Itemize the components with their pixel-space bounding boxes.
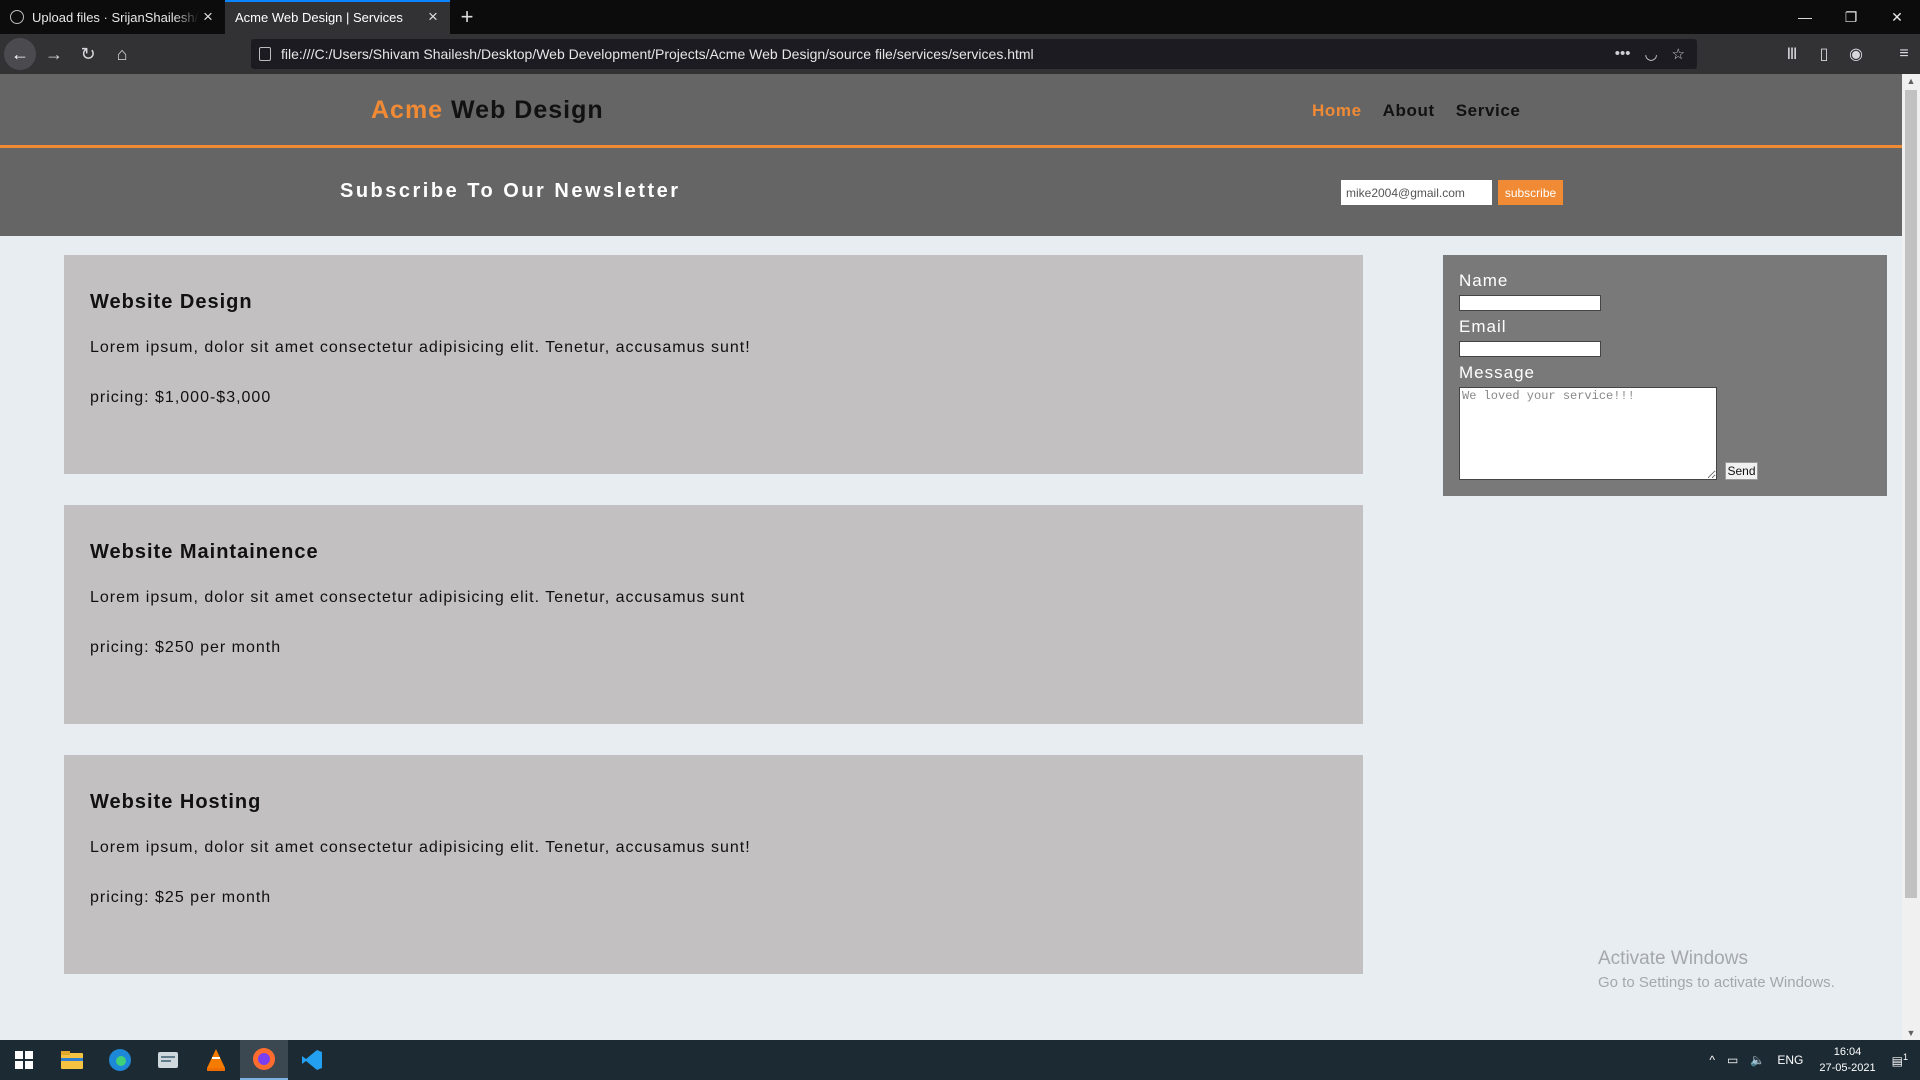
system-tray: ^ ▭ 🔈 ENG 16:04 27-05-2021 ▤1 [1703,1040,1920,1080]
volume-icon[interactable]: 🔈 [1750,1053,1765,1067]
account-icon[interactable]: ◉ [1840,44,1872,64]
nav-service-link[interactable]: Service [1456,101,1521,121]
vlc-player-icon[interactable] [192,1040,240,1080]
library-icon[interactable]: Ⅲ [1776,44,1808,64]
subscribe-button[interactable]: subscribe [1498,180,1563,205]
send-button[interactable]: Send [1725,462,1758,480]
logo-text: Web Design [443,96,604,124]
newsletter-email-input[interactable] [1341,180,1492,205]
browser-tab-bar: Upload files · SrijanShailesh/proj × Acm… [0,0,1920,34]
page-scrollbar[interactable]: ▲ ▼ [1902,74,1920,1040]
email-label: Email [1459,317,1507,336]
browser-toolbar: ← → ↻ ⌂ file:///C:/Users/Shivam Shailesh… [0,34,1920,74]
scroll-up-arrow-icon[interactable]: ▲ [1902,76,1920,86]
pocket-icon[interactable]: ◡ [1644,45,1657,63]
clock[interactable]: 16:04 27-05-2021 [1819,1044,1875,1076]
service-title: Website Design [90,291,253,313]
service-card-design: Website Design Lorem ipsum, dolor sit am… [64,255,1363,474]
vscode-icon[interactable] [288,1040,336,1080]
notification-center-icon[interactable]: ▤1 [1892,1052,1908,1068]
notification-count: 1 [1902,1052,1908,1062]
message-label: Message [1459,363,1535,382]
notepad-app-icon[interactable] [144,1040,192,1080]
email-input[interactable] [1459,341,1601,357]
github-icon [10,10,24,24]
bookmark-star-icon[interactable]: ☆ [1672,45,1685,63]
url-text: file:///C:/Users/Shivam Shailesh/Desktop… [281,46,1034,62]
page-actions-icon[interactable]: ••• [1615,45,1631,63]
service-description: Lorem ipsum, dolor sit amet consectetur … [90,339,751,356]
new-tab-button[interactable]: + [450,0,484,34]
watermark-subtitle: Go to Settings to activate Windows. [1598,974,1835,991]
scrollbar-thumb[interactable] [1905,90,1917,898]
contact-form: Name Email Message We loved your service… [1443,255,1887,496]
service-pricing: pricing: $25 per month [90,889,272,906]
service-description: Lorem ipsum, dolor sit amet consectetur … [90,839,751,856]
close-tab-icon[interactable]: × [424,7,442,27]
site-header: Acme Web Design Home About Service [0,74,1902,148]
scroll-down-arrow-icon[interactable]: ▼ [1902,1028,1920,1038]
service-card-hosting: Website Hosting Lorem ipsum, dolor sit a… [64,755,1363,974]
service-title: Website Maintainence [90,541,319,563]
tab-title: Acme Web Design | Services [235,9,403,25]
language-indicator[interactable]: ENG [1777,1053,1803,1067]
service-title: Website Hosting [90,791,262,813]
nav-home-link[interactable]: Home [1312,101,1362,121]
reload-button[interactable]: ↻ [72,38,104,70]
restore-button[interactable]: ❐ [1828,0,1874,34]
home-button[interactable]: ⌂ [106,38,138,70]
service-description: Lorem ipsum, dolor sit amet consectetur … [90,589,746,606]
name-input[interactable] [1459,295,1601,311]
start-button[interactable] [0,1040,48,1080]
forward-button[interactable]: → [38,38,70,70]
close-tab-icon[interactable]: × [199,7,217,27]
minimize-button[interactable]: — [1782,0,1828,34]
network-icon[interactable]: ▭ [1727,1053,1738,1067]
back-button[interactable]: ← [4,38,36,70]
page-icon [259,47,271,61]
clock-date: 27-05-2021 [1819,1062,1876,1074]
name-label: Name [1459,271,1509,290]
logo-highlight: Acme [371,96,444,124]
browser-tab-upload[interactable]: Upload files · SrijanShailesh/proj × [0,0,225,34]
sidebar-toggle-icon[interactable]: ▯ [1808,44,1840,64]
file-explorer-icon[interactable] [48,1040,96,1080]
windows-taskbar: ^ ▭ 🔈 ENG 16:04 27-05-2021 ▤1 [0,1040,1920,1080]
site-logo[interactable]: Acme Web Design [371,96,604,125]
nav-about-link[interactable]: About [1383,101,1435,121]
site-nav: Home About Service [1312,101,1520,121]
service-pricing: pricing: $250 per month [90,639,282,656]
activate-windows-watermark: Activate Windows Go to Settings to activ… [1598,948,1835,991]
close-window-button[interactable]: ✕ [1874,0,1920,34]
newsletter-heading: Subscribe To Our Newsletter [340,180,681,202]
firefox-browser-icon[interactable] [240,1040,288,1080]
show-hidden-icons-icon[interactable]: ^ [1709,1053,1715,1067]
address-bar[interactable]: file:///C:/Users/Shivam Shailesh/Desktop… [251,39,1697,69]
menu-icon[interactable]: ≡ [1888,45,1920,63]
web-page: Acme Web Design Home About Service Subsc… [0,74,1902,1040]
edge-browser-icon[interactable] [96,1040,144,1080]
service-card-maintainence: Website Maintainence Lorem ipsum, dolor … [64,505,1363,724]
clock-time: 16:04 [1833,1046,1862,1058]
watermark-title: Activate Windows [1598,948,1748,969]
windows-logo-icon [15,1051,33,1069]
service-pricing: pricing: $1,000-$3,000 [90,389,272,406]
browser-tab-services[interactable]: Acme Web Design | Services × [225,0,450,34]
message-textarea[interactable]: We loved your service!!! [1459,387,1717,480]
tab-title: Upload files · SrijanShailesh/proj [32,9,199,25]
newsletter-bar: Subscribe To Our Newsletter subscribe [0,148,1902,236]
